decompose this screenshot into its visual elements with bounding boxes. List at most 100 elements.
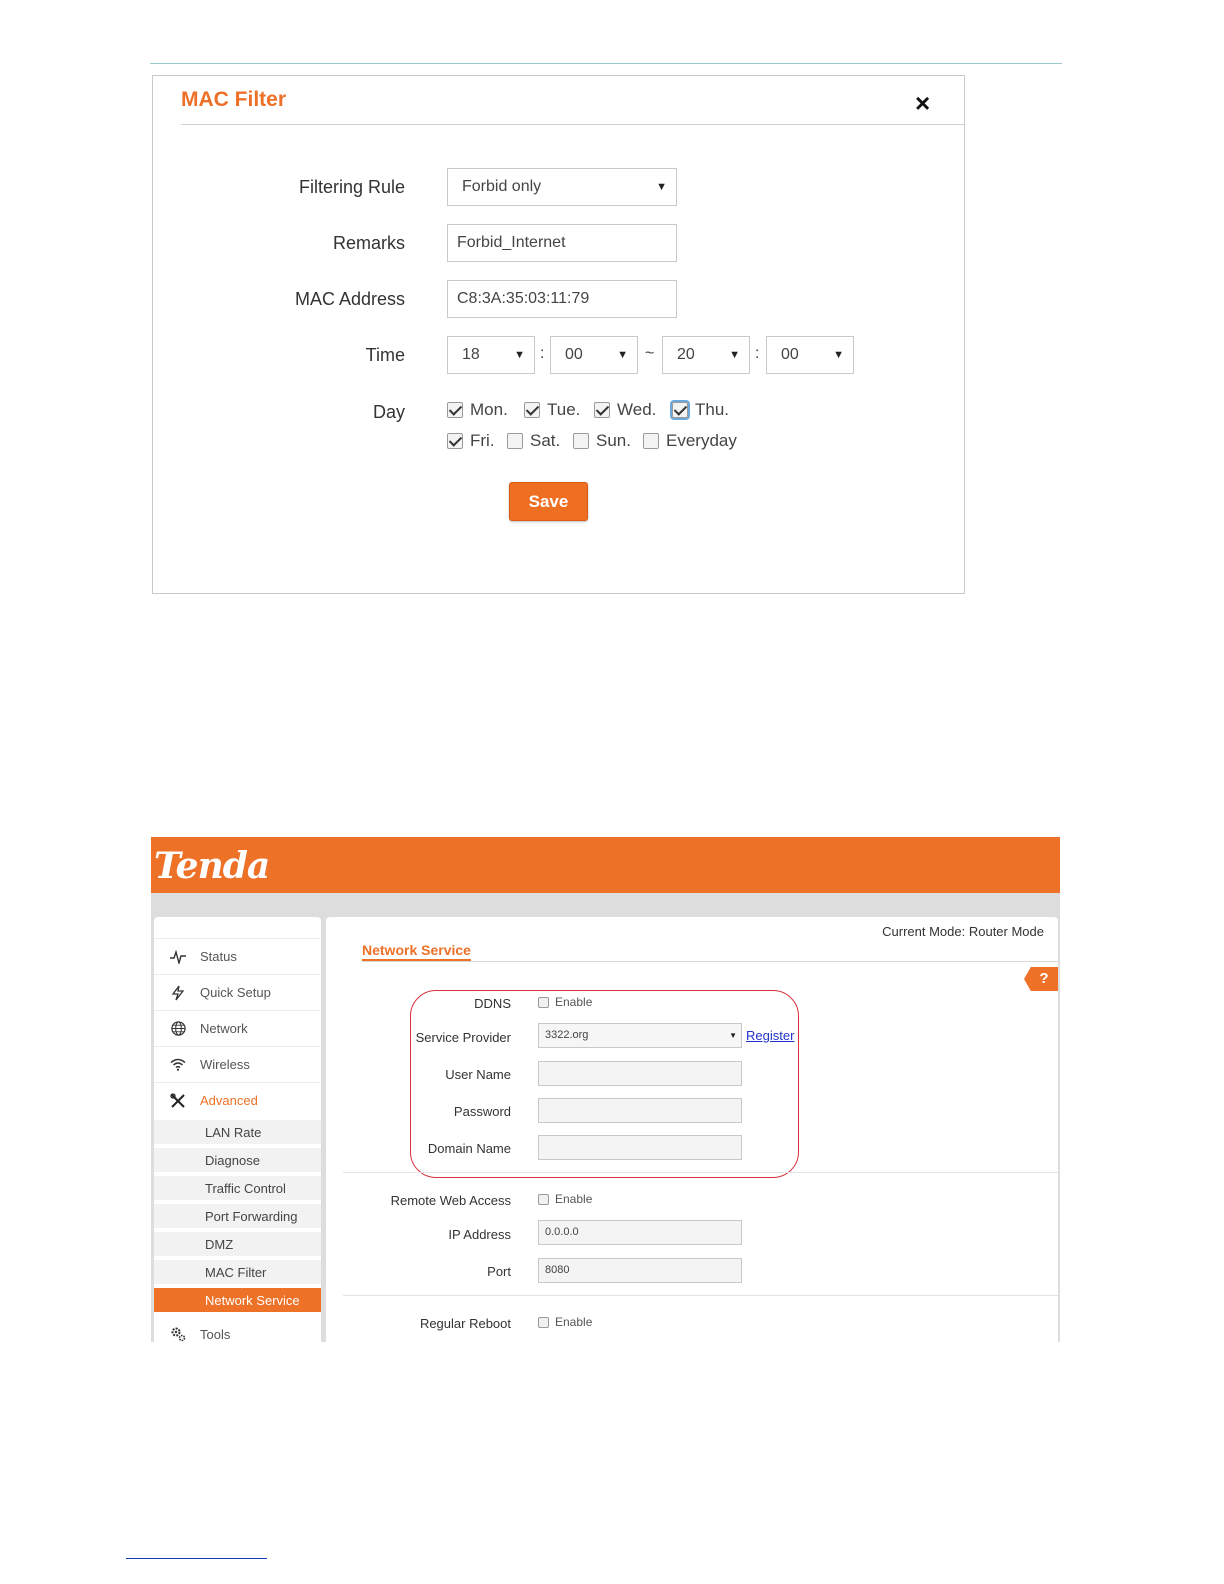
sidebar-item-quick-setup[interactable]: Quick Setup bbox=[154, 974, 321, 1010]
remote-web-access-enable-checkbox[interactable]: Enable bbox=[538, 1192, 592, 1206]
password-input[interactable] bbox=[538, 1098, 742, 1123]
day-label-fri: Fri. bbox=[470, 431, 495, 450]
current-mode-text: Current Mode: Router Mode bbox=[882, 924, 1044, 939]
sidebar-subitem-port-forwarding[interactable]: Port Forwarding bbox=[154, 1204, 321, 1230]
mac-filter-dialog: MAC Filter × Filtering Rule Forbid only … bbox=[152, 75, 965, 594]
start-hour-select[interactable]: 18 ▼ bbox=[447, 336, 535, 374]
chevron-down-icon: ▼ bbox=[833, 349, 844, 361]
day-checkbox-tue[interactable]: Tue. bbox=[524, 399, 580, 421]
day-label-tue: Tue. bbox=[547, 400, 581, 419]
regular-reboot-enable-checkbox[interactable]: Enable bbox=[538, 1315, 592, 1329]
sidebar-item-label: Network bbox=[200, 1021, 248, 1036]
sidebar-subitem-lan-rate[interactable]: LAN Rate bbox=[154, 1120, 321, 1146]
dialog-title-divider bbox=[181, 124, 965, 125]
day-label-mon: Mon. bbox=[470, 400, 508, 419]
start-minute-select[interactable]: 00 ▼ bbox=[550, 336, 638, 374]
password-label: Password bbox=[453, 1104, 511, 1119]
page-title: Network Service bbox=[362, 942, 471, 961]
time-range-tilde: ~ bbox=[645, 345, 655, 362]
router-header: Tenda bbox=[151, 837, 1060, 893]
day-label: Day bbox=[372, 402, 405, 422]
day-checkbox-sun[interactable]: Sun. bbox=[573, 430, 631, 452]
ddns-label: DDNS bbox=[474, 996, 511, 1011]
sidebar-item-wireless[interactable]: Wireless bbox=[154, 1046, 321, 1082]
day-checkbox-fri[interactable]: Fri. bbox=[447, 430, 495, 452]
sidebar-subitem-dmz[interactable]: DMZ bbox=[154, 1232, 321, 1258]
mac-address-label: MAC Address bbox=[294, 289, 405, 309]
service-provider-value: 3322.org bbox=[545, 1029, 589, 1041]
sidebar: Status Quick Setup Network Wireless Adva… bbox=[154, 917, 321, 1342]
port-label: Port bbox=[487, 1264, 511, 1279]
checkbox-checked-icon bbox=[594, 402, 610, 418]
checkbox-checked-icon bbox=[447, 433, 463, 449]
checkbox-unchecked-icon bbox=[643, 433, 659, 449]
chevron-down-icon: ▼ bbox=[617, 349, 628, 361]
filtering-rule-select[interactable]: Forbid only ▼ bbox=[447, 168, 677, 206]
remarks-label: Remarks bbox=[332, 233, 405, 253]
save-button[interactable]: Save bbox=[509, 482, 588, 521]
chevron-down-icon: ▼ bbox=[514, 349, 525, 361]
close-icon[interactable]: × bbox=[915, 90, 930, 116]
day-label-everyday: Everyday bbox=[666, 431, 737, 450]
main-content: Current Mode: Router Mode Network Servic… bbox=[326, 917, 1058, 1342]
day-label-sat: Sat. bbox=[530, 431, 561, 450]
domain-name-label: Domain Name bbox=[427, 1141, 511, 1156]
checkbox-unchecked-icon bbox=[538, 1316, 549, 1328]
checkbox-unchecked-icon bbox=[573, 433, 589, 449]
gears-icon bbox=[170, 1326, 186, 1342]
day-checkbox-wed[interactable]: Wed. bbox=[594, 399, 656, 421]
chevron-down-icon: ▼ bbox=[729, 1031, 737, 1040]
port-input[interactable]: 8080 bbox=[538, 1258, 742, 1283]
domain-name-input[interactable] bbox=[538, 1135, 742, 1160]
sidebar-item-status[interactable]: Status bbox=[154, 938, 321, 974]
chevron-down-icon: ▼ bbox=[656, 181, 667, 193]
time-colon: : bbox=[755, 345, 760, 362]
register-link[interactable]: Register bbox=[746, 1028, 794, 1043]
checkbox-checked-icon bbox=[524, 402, 540, 418]
sidebar-item-tools[interactable]: Tools bbox=[154, 1316, 321, 1342]
day-label-wed: Wed. bbox=[617, 400, 657, 419]
user-name-input[interactable] bbox=[538, 1061, 742, 1086]
filtering-rule-label: Filtering Rule bbox=[298, 177, 405, 197]
day-label-thu: Thu. bbox=[695, 400, 730, 419]
service-provider-label: Service Provider bbox=[415, 1030, 511, 1045]
dialog-title: MAC Filter bbox=[181, 88, 286, 111]
sidebar-item-label: Quick Setup bbox=[200, 985, 271, 1000]
ip-address-label: IP Address bbox=[448, 1227, 511, 1242]
checkbox-checked-icon bbox=[670, 400, 690, 420]
start-minute-value: 00 bbox=[565, 346, 583, 363]
day-checkbox-thu[interactable]: Thu. bbox=[670, 399, 730, 421]
end-minute-value: 00 bbox=[781, 346, 799, 363]
day-checkbox-everyday[interactable]: Everyday bbox=[643, 430, 737, 452]
help-button[interactable]: ? bbox=[1024, 967, 1058, 991]
time-label: Time bbox=[365, 345, 405, 365]
user-name-label: User Name bbox=[445, 1067, 511, 1082]
remote-web-access-label: Remote Web Access bbox=[390, 1193, 511, 1208]
regular-reboot-enable-label: Enable bbox=[555, 1315, 593, 1329]
sidebar-subitem-network-service[interactable]: Network Service bbox=[154, 1288, 321, 1314]
end-hour-select[interactable]: 20 ▼ bbox=[662, 336, 750, 374]
checkbox-unchecked-icon bbox=[507, 433, 523, 449]
checkbox-checked-icon bbox=[447, 402, 463, 418]
wifi-icon bbox=[170, 1057, 186, 1073]
filtering-rule-value: Forbid only bbox=[462, 178, 542, 195]
ip-address-input[interactable]: 0.0.0.0 bbox=[538, 1220, 742, 1245]
globe-icon bbox=[170, 1021, 186, 1037]
section-divider bbox=[343, 1295, 1058, 1296]
sidebar-subitem-traffic-control[interactable]: Traffic Control bbox=[154, 1176, 321, 1202]
end-minute-select[interactable]: 00 ▼ bbox=[766, 336, 854, 374]
mac-address-input[interactable]: C8:3A:35:03:11:79 bbox=[447, 280, 677, 318]
title-divider bbox=[362, 961, 1058, 962]
day-checkbox-sat[interactable]: Sat. bbox=[507, 430, 560, 452]
star-icon bbox=[170, 985, 186, 1001]
day-checkbox-mon[interactable]: Mon. bbox=[447, 399, 508, 421]
sidebar-item-advanced[interactable]: Advanced bbox=[154, 1082, 321, 1118]
service-provider-select[interactable]: 3322.org ▼ bbox=[538, 1023, 742, 1048]
sidebar-subitem-diagnose[interactable]: Diagnose bbox=[154, 1148, 321, 1174]
router-admin-screenshot: Tenda Status Quick Setup Network Wireles… bbox=[151, 837, 1060, 1342]
remarks-input[interactable]: Forbid_Internet bbox=[447, 224, 677, 262]
sidebar-subitem-mac-filter[interactable]: MAC Filter bbox=[154, 1260, 321, 1286]
ddns-enable-checkbox[interactable]: Enable bbox=[538, 995, 592, 1009]
end-hour-value: 20 bbox=[677, 346, 695, 363]
sidebar-item-network[interactable]: Network bbox=[154, 1010, 321, 1046]
